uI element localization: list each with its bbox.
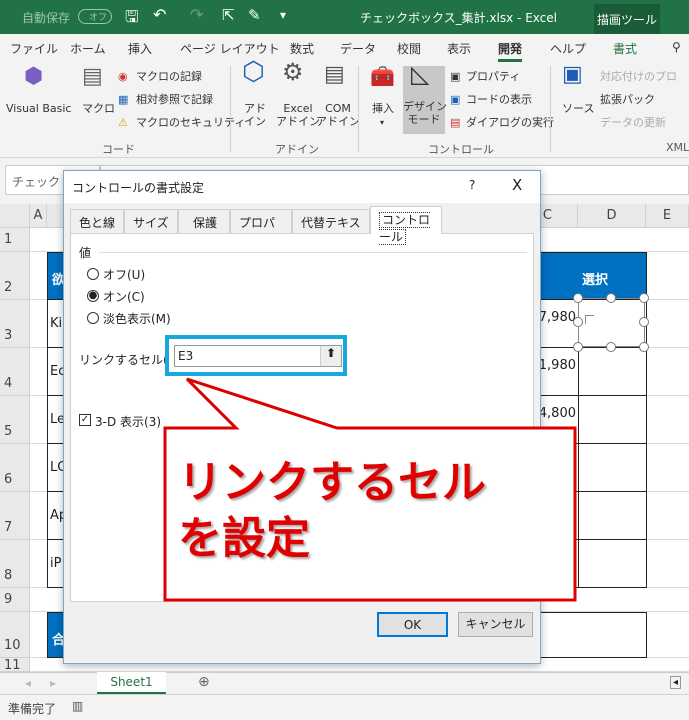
tab-control[interactable]: コントロール bbox=[370, 206, 442, 245]
status-bar: 準備完了 ▥ bbox=[0, 694, 689, 720]
scroll-right-icon[interactable]: ▸ bbox=[50, 676, 56, 690]
sheet-tab-bar: ◂ ▸ Sheet1 ⊕ ◂ bbox=[0, 672, 689, 694]
add-sheet-icon[interactable]: ⊕ bbox=[198, 674, 210, 690]
callout-line-1: リンクするセル bbox=[178, 457, 486, 508]
macro-record-icon[interactable]: ▥ bbox=[72, 699, 83, 713]
scroll-left-icon[interactable]: ◂ bbox=[25, 676, 31, 690]
sheet-tab-sheet1[interactable]: Sheet1 bbox=[97, 672, 166, 694]
callout-shape bbox=[163, 377, 577, 602]
status-text: 準備完了 bbox=[8, 702, 57, 716]
callout-text: リンクするセル を設定 bbox=[178, 455, 486, 567]
hscroll-left-icon[interactable]: ◂ bbox=[670, 676, 682, 689]
callout-line-2: を設定 bbox=[178, 513, 310, 564]
